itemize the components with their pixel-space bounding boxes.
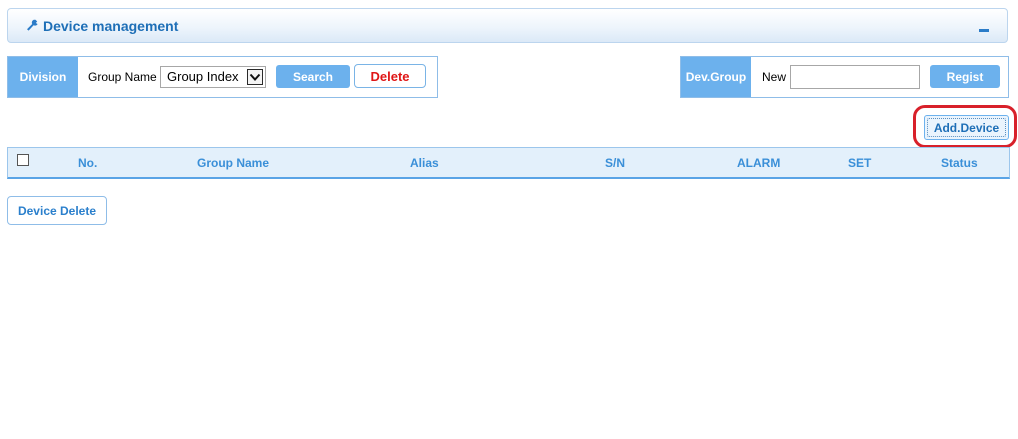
page-title: Device management: [43, 18, 179, 34]
device-table-header: No. Group Name Alias S/N ALARM SET Statu…: [7, 147, 1010, 179]
column-header-status: Status: [941, 156, 978, 170]
division-label: Division: [8, 57, 78, 97]
wrench-icon: [27, 19, 38, 31]
column-header-group-name: Group Name: [197, 156, 270, 170]
delete-button[interactable]: Delete: [354, 64, 426, 88]
column-header-set: SET: [848, 156, 872, 170]
column-header-no: No.: [78, 156, 98, 170]
dev-group-label: Dev.Group: [681, 57, 751, 97]
device-management-page: Device management Division Group Name Gr…: [0, 0, 1018, 439]
select-all-checkbox[interactable]: [17, 154, 29, 166]
add-device-button[interactable]: Add.Device: [924, 115, 1009, 140]
chevron-down-icon[interactable]: [247, 69, 263, 85]
dev-group-panel: Dev.Group New Regist: [680, 56, 1009, 98]
group-select[interactable]: Group Index: [160, 66, 266, 88]
group-name-label: Group Name: [88, 70, 157, 84]
column-header-sn: S/N: [605, 156, 626, 170]
division-panel: Division Group Name Group Index Search D…: [7, 56, 438, 98]
add-device-label: Add.Device: [933, 120, 1000, 135]
regist-button[interactable]: Regist: [930, 65, 1000, 88]
minus-icon[interactable]: [979, 29, 989, 32]
search-button[interactable]: Search: [276, 65, 350, 88]
column-header-alias: Alias: [410, 156, 439, 170]
new-label: New: [762, 70, 787, 84]
device-delete-button[interactable]: Device Delete: [7, 196, 107, 225]
section-header: Device management: [7, 8, 1008, 43]
new-group-input[interactable]: [790, 65, 920, 89]
column-header-alarm: ALARM: [737, 156, 781, 170]
group-select-value: Group Index: [167, 69, 239, 84]
